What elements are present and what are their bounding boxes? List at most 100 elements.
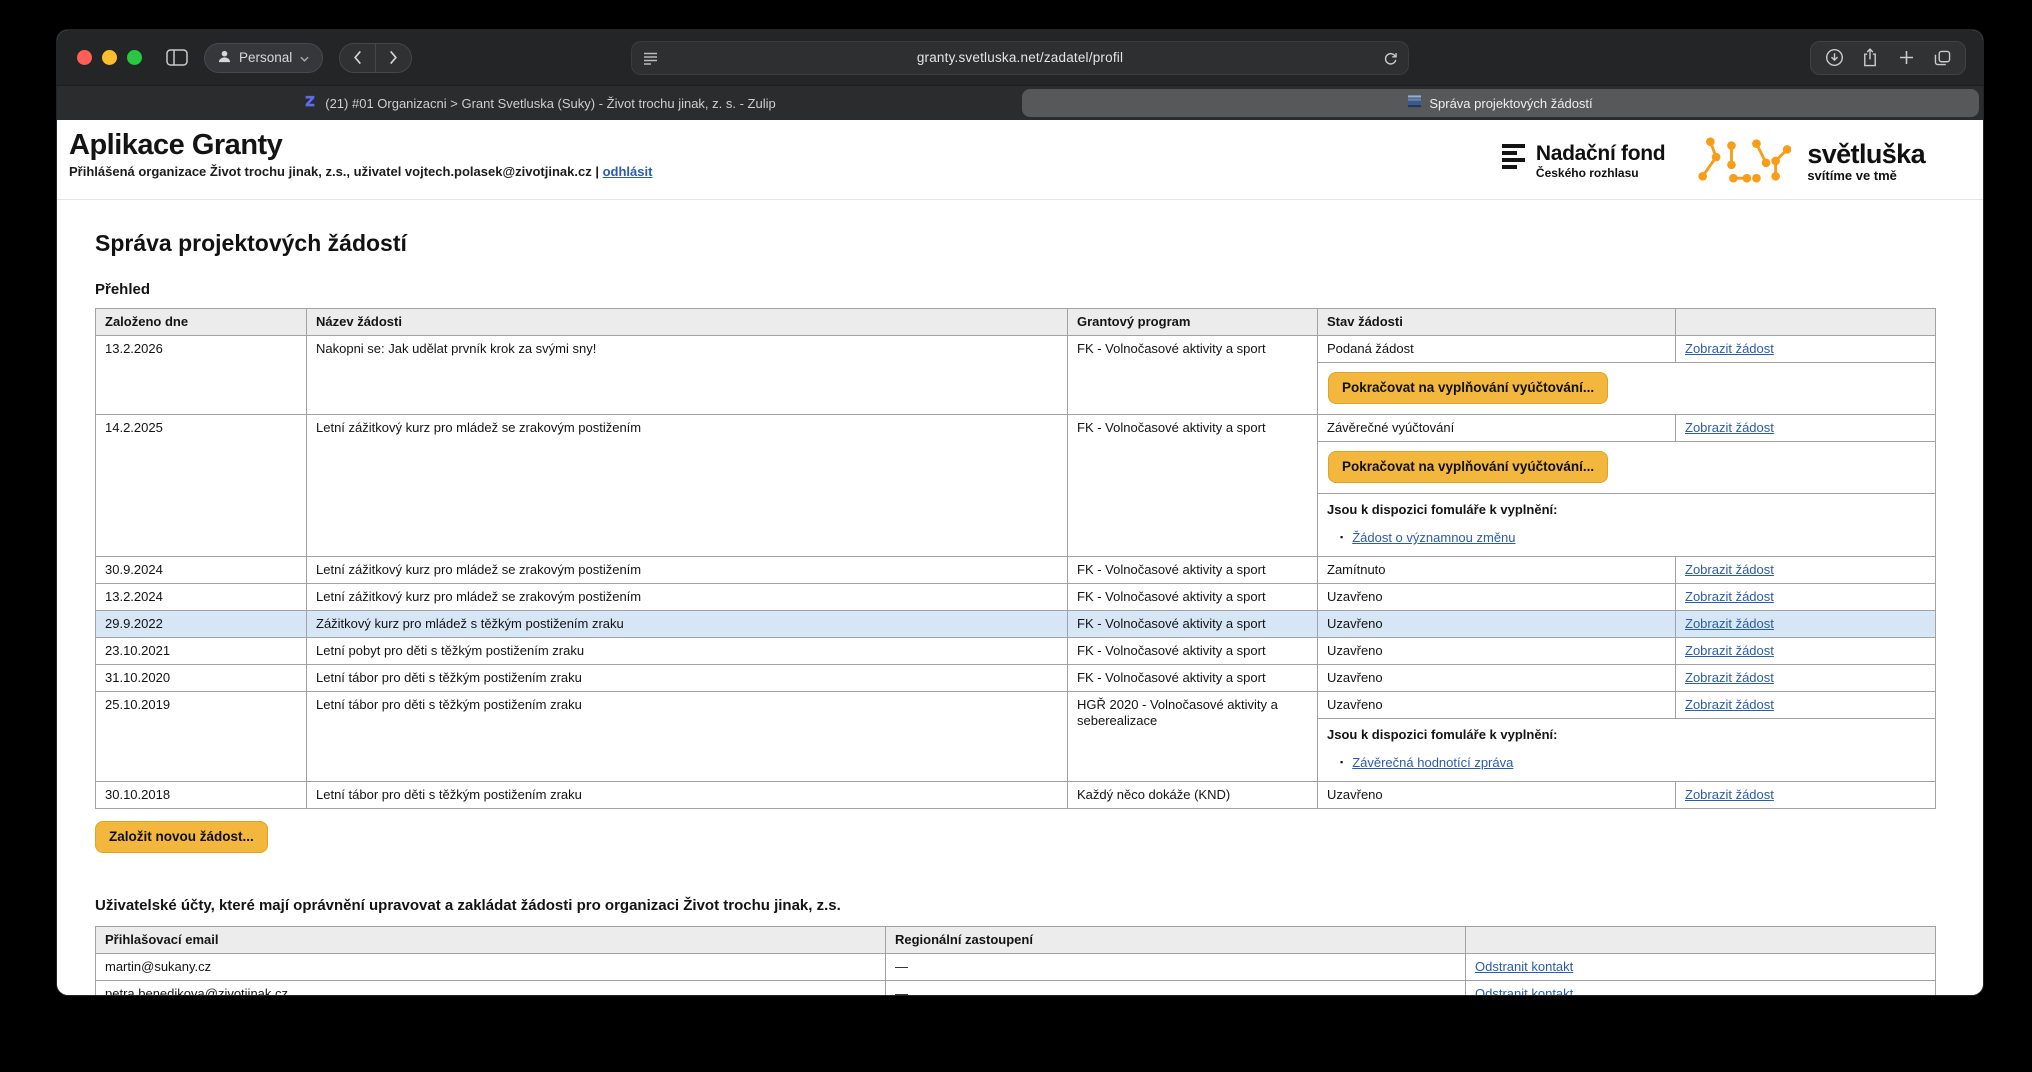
account-row: petra.benedikova@zivotjinak.cz—Odstranit… [96, 981, 1936, 996]
tab-overview-icon[interactable] [1924, 41, 1960, 75]
reload-icon[interactable] [1383, 51, 1398, 69]
svetluska-dots-icon [1695, 134, 1791, 189]
application-status: Závěrečné vyúčtování [1318, 415, 1676, 442]
application-actions: Zobrazit žádost [1676, 336, 1936, 363]
svetluska-logo: světluška svítíme ve tmě [1695, 134, 1925, 189]
site-header: Aplikace Granty Přihlášená organizace Ži… [57, 120, 1983, 200]
address-bar[interactable]: granty.svetluska.net/zadatel/profil [631, 41, 1409, 75]
continue-settlement-button[interactable]: Pokračovat na vyplňování vyúčtování... [1328, 372, 1608, 404]
application-name: Nakopni se: Jak udělat prvník krok za sv… [307, 336, 1068, 415]
forward-button[interactable] [376, 44, 411, 72]
tab-zulip[interactable]: (21) #01 Organizacni > Grant Svetluska (… [61, 89, 1018, 117]
profile-label: Personal [239, 50, 292, 65]
application-row: 31.10.2020Letní tábor pro děti s těžkým … [96, 665, 1936, 692]
nadacni-fond-logo: Nadační fond Českého rozhlasu [1502, 143, 1665, 180]
back-button[interactable] [340, 44, 375, 72]
logout-link[interactable]: odhlásit [603, 164, 653, 179]
application-row: 30.10.2018Letní tábor pro děti s těžkým … [96, 782, 1936, 809]
tab-title: Správa projektových žádostí [1429, 96, 1592, 111]
downloads-icon[interactable] [1816, 41, 1852, 75]
sidebar-toggle-icon[interactable] [166, 49, 188, 66]
form-link[interactable]: Závěrečná hodnotící zpráva [1352, 755, 1513, 770]
page-content: Aplikace Granty Přihlášená organizace Ži… [57, 120, 1983, 995]
view-application-link[interactable]: Zobrazit žádost [1685, 643, 1774, 658]
view-application-link[interactable]: Zobrazit žádost [1685, 589, 1774, 604]
new-tab-icon[interactable] [1888, 41, 1924, 75]
application-row: 29.9.2022Zážitkový kurz pro mládež s těž… [96, 611, 1936, 638]
view-application-link[interactable]: Zobrazit žádost [1685, 787, 1774, 802]
form-link[interactable]: Žádost o významnou změnu [1352, 530, 1515, 545]
application-row: 25.10.2019Letní tábor pro děti s těžkým … [96, 692, 1936, 719]
chevron-down-icon [300, 50, 309, 65]
application-date: 14.2.2025 [96, 415, 307, 557]
application-name: Letní zážitkový kurz pro mládež se zrako… [307, 557, 1068, 584]
share-icon[interactable] [1852, 41, 1888, 75]
application-row: 13.2.2024Letní zážitkový kurz pro mládež… [96, 584, 1936, 611]
account-actions: Odstranit kontakt [1466, 981, 1936, 996]
application-status: Uzavřeno [1318, 611, 1676, 638]
application-row: 14.2.2025Letní zážitkový kurz pro mládež… [96, 415, 1936, 442]
applications-table-header: Založeno dneNázev žádostiGrantový progra… [96, 309, 1936, 336]
profile-switcher[interactable]: Personal [204, 43, 323, 73]
minimize-window-button[interactable] [102, 50, 117, 65]
application-program: FK - Volnočasové aktivity a sport [1068, 611, 1318, 638]
column-header: Založeno dne [96, 309, 307, 336]
application-name: Letní tábor pro děti s těžkým postižením… [307, 782, 1068, 809]
column-header: Přihlašovací email [96, 927, 886, 954]
application-status: Uzavřeno [1318, 692, 1676, 719]
forms-available-label: Jsou k dispozici fomuláře k vyplnění: [1327, 727, 1926, 743]
application-date: 30.9.2024 [96, 557, 307, 584]
zoom-window-button[interactable] [127, 50, 142, 65]
session-line: Přihlášená organizace Život trochu jinak… [69, 164, 652, 179]
application-name: Letní pobyt pro děti s těžkým postižením… [307, 638, 1068, 665]
view-application-link[interactable]: Zobrazit žádost [1685, 420, 1774, 435]
forms-list: Žádost o významnou změnu [1327, 529, 1926, 546]
application-status: Uzavřeno [1318, 638, 1676, 665]
application-name: Letní tábor pro děti s těžkým postižením… [307, 692, 1068, 782]
application-program: FK - Volnočasové aktivity a sport [1068, 638, 1318, 665]
remove-contact-link[interactable]: Odstranit kontakt [1475, 959, 1573, 974]
application-row: 30.9.2024Letní zážitkový kurz pro mládež… [96, 557, 1936, 584]
account-email: martin@sukany.cz [96, 954, 886, 981]
application-status: Zamítnuto [1318, 557, 1676, 584]
remove-contact-link[interactable]: Odstranit kontakt [1475, 986, 1573, 995]
view-application-link[interactable]: Zobrazit žádost [1685, 562, 1774, 577]
main-area: Správa projektových žádostí Přehled Zalo… [57, 200, 1983, 995]
view-application-link[interactable]: Zobrazit žádost [1685, 670, 1774, 685]
application-program: FK - Volnočasové aktivity a sport [1068, 665, 1318, 692]
account-row: martin@sukany.cz—Odstranit kontakt [96, 954, 1936, 981]
nadacni-fond-title: Nadační fond [1536, 143, 1665, 165]
application-program: HGŘ 2020 - Volnočasové aktivity a sebere… [1068, 692, 1318, 782]
application-row: 13.2.2026Nakopni se: Jak udělat prvník k… [96, 336, 1936, 363]
reader-icon[interactable] [643, 51, 658, 69]
tab-bar: (21) #01 Organizacni > Grant Svetluska (… [57, 85, 1983, 120]
accounts-table: Přihlašovací emailRegionální zastoupení … [95, 926, 1936, 995]
application-program: FK - Volnočasové aktivity a sport [1068, 557, 1318, 584]
tab-sprava-zadosti[interactable]: Správa projektových žádostí [1022, 89, 1979, 117]
new-application-button[interactable]: Založit novou žádost... [95, 821, 268, 853]
continue-settlement-button[interactable]: Pokračovat na vyplňování vyúčtování... [1328, 451, 1608, 483]
toolbar-actions [1810, 41, 1966, 75]
partner-logos: Nadační fond Českého rozhlasu [1502, 134, 1925, 189]
application-program: FK - Volnočasové aktivity a sport [1068, 584, 1318, 611]
application-status: Uzavřeno [1318, 665, 1676, 692]
column-header: Grantový program [1068, 309, 1318, 336]
application-date: 25.10.2019 [96, 692, 307, 782]
account-email: petra.benedikova@zivotjinak.cz [96, 981, 886, 996]
column-header [1676, 309, 1936, 336]
granty-favicon-icon [1408, 95, 1421, 111]
accounts-heading: Uživatelské účty, které mají oprávnění u… [95, 897, 1935, 914]
application-status: Uzavřeno [1318, 782, 1676, 809]
url-text: granty.svetluska.net/zadatel/profil [632, 50, 1408, 65]
close-window-button[interactable] [77, 50, 92, 65]
view-application-link[interactable]: Zobrazit žádost [1685, 341, 1774, 356]
application-row: 23.10.2021Letní pobyt pro děti s těžkým … [96, 638, 1936, 665]
navigation-buttons [339, 43, 412, 73]
application-date: 30.10.2018 [96, 782, 307, 809]
overview-label: Přehled [95, 281, 1935, 298]
forms-list: Závěrečná hodnotící zpráva [1327, 754, 1926, 771]
nadacni-fond-subtitle: Českého rozhlasu [1536, 166, 1665, 180]
application-program: FK - Volnočasové aktivity a sport [1068, 415, 1318, 557]
view-application-link[interactable]: Zobrazit žádost [1685, 697, 1774, 712]
view-application-link[interactable]: Zobrazit žádost [1685, 616, 1774, 631]
